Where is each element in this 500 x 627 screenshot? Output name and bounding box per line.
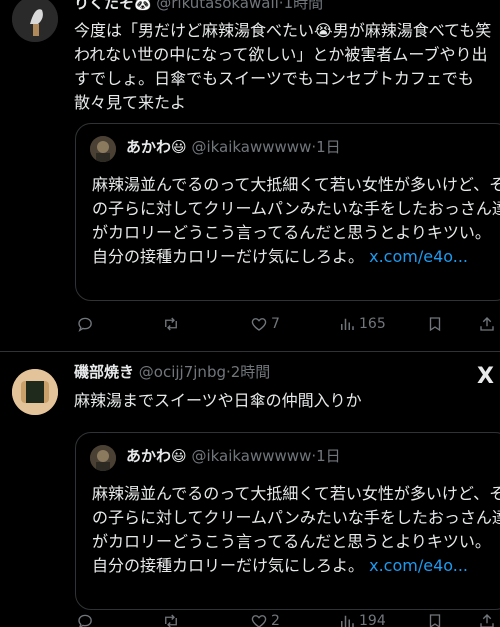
like-icon bbox=[251, 318, 267, 331]
reply-button[interactable] bbox=[76, 313, 97, 335]
quote-timestamp: 1日 bbox=[316, 138, 341, 156]
reply-icon bbox=[78, 614, 92, 627]
quote-handle: @ikaikawwwww bbox=[191, 447, 312, 465]
views-button[interactable]: 165 bbox=[338, 313, 386, 335]
bookmark-button[interactable] bbox=[426, 610, 444, 627]
quote-handle: @ikaikawwwww bbox=[191, 138, 312, 156]
like-button[interactable]: 2 bbox=[250, 610, 280, 627]
share-icon bbox=[480, 317, 494, 331]
display-name[interactable]: 磯部焼き bbox=[74, 363, 134, 381]
share-button[interactable] bbox=[478, 313, 496, 335]
quote-text-block: 麻辣湯並んでるのって大抵細くて若い女性が多いけど、その子らに対してクリームパンみ… bbox=[92, 173, 500, 269]
quote-emoji: 😃 bbox=[171, 447, 187, 465]
user-handle[interactable]: @rikutasokawaii bbox=[156, 0, 279, 12]
timestamp[interactable]: 1時間 bbox=[284, 0, 324, 12]
avatar-image bbox=[12, 369, 58, 415]
display-name[interactable]: りくたそ bbox=[74, 0, 134, 12]
avatar[interactable] bbox=[12, 369, 58, 415]
quoted-tweet[interactable]: あかわ😃 @ikaikawwwww·1日 麻辣湯並んでるのって大抵細くて若い女性… bbox=[75, 432, 500, 610]
quote-header: あかわ😃 @ikaikawwwww·1日 bbox=[126, 446, 341, 466]
tweet[interactable]: りくたそ🐼 @rikutasokawaii·1時間 今度は「男だけど麻辣湯食べた… bbox=[0, 0, 500, 351]
share-button[interactable] bbox=[478, 610, 496, 627]
panda-emoji: 🐼 bbox=[134, 0, 152, 12]
avatar[interactable] bbox=[12, 0, 58, 42]
tweet-header: 磯部焼き @ocijj7jnbg·2時間 bbox=[74, 362, 270, 382]
action-bar: 2 194 bbox=[74, 610, 500, 627]
retweet-button[interactable] bbox=[162, 610, 183, 627]
quote-avatar bbox=[90, 136, 116, 162]
views-button[interactable]: 194 bbox=[338, 610, 386, 627]
like-count: 2 bbox=[271, 613, 280, 627]
views-count: 165 bbox=[359, 316, 386, 332]
bookmark-button[interactable] bbox=[426, 313, 444, 335]
quote-display-name: あかわ bbox=[126, 138, 172, 156]
quote-link[interactable]: x.com/e4o... bbox=[369, 247, 468, 266]
quote-header: あかわ😃 @ikaikawwwww·1日 bbox=[126, 137, 341, 157]
like-count: 7 bbox=[271, 316, 280, 332]
quote-text-block: 麻辣湯並んでるのって大抵細くて若い女性が多いけど、その子らに対してクリームパンみ… bbox=[92, 482, 500, 578]
like-icon bbox=[251, 615, 267, 627]
views-icon bbox=[341, 318, 354, 330]
bookmark-icon bbox=[429, 614, 441, 627]
timestamp[interactable]: 2時間 bbox=[231, 363, 271, 381]
retweet-button[interactable] bbox=[162, 313, 183, 335]
tweet-text: 今度は「男だけど麻辣湯食べたい😭男が麻辣湯食べても笑われない世の中になって欲しい… bbox=[74, 21, 492, 112]
avatar-image bbox=[12, 0, 58, 42]
quote-display-name: あかわ bbox=[126, 447, 172, 465]
quote-link[interactable]: x.com/e4o... bbox=[369, 556, 468, 575]
share-icon bbox=[480, 614, 494, 627]
x-logo-icon: X bbox=[477, 364, 494, 389]
like-button[interactable]: 7 bbox=[250, 313, 280, 335]
retweet-icon bbox=[165, 614, 177, 627]
quoted-tweet[interactable]: あかわ😃 @ikaikawwwww·1日 麻辣湯並んでるのって大抵細くて若い女性… bbox=[75, 123, 500, 301]
retweet-icon bbox=[165, 317, 177, 331]
tweet[interactable]: 磯部焼き @ocijj7jnbg·2時間 X 麻辣湯までスイーツや日傘の仲間入り… bbox=[0, 351, 500, 627]
bookmark-icon bbox=[429, 317, 441, 332]
tweet-header: りくたそ🐼 @rikutasokawaii·1時間 bbox=[74, 0, 323, 14]
reply-icon bbox=[78, 317, 92, 332]
quote-avatar bbox=[90, 445, 116, 471]
reply-button[interactable] bbox=[76, 610, 97, 627]
action-bar: 7 165 bbox=[74, 313, 500, 335]
quote-emoji: 😃 bbox=[171, 138, 187, 156]
quote-timestamp: 1日 bbox=[316, 447, 341, 465]
tweet-text: 麻辣湯までスイーツや日傘の仲間入りか bbox=[74, 391, 362, 410]
views-icon bbox=[341, 615, 354, 627]
views-count: 194 bbox=[359, 613, 386, 627]
user-handle[interactable]: @ocijj7jnbg bbox=[139, 363, 226, 381]
